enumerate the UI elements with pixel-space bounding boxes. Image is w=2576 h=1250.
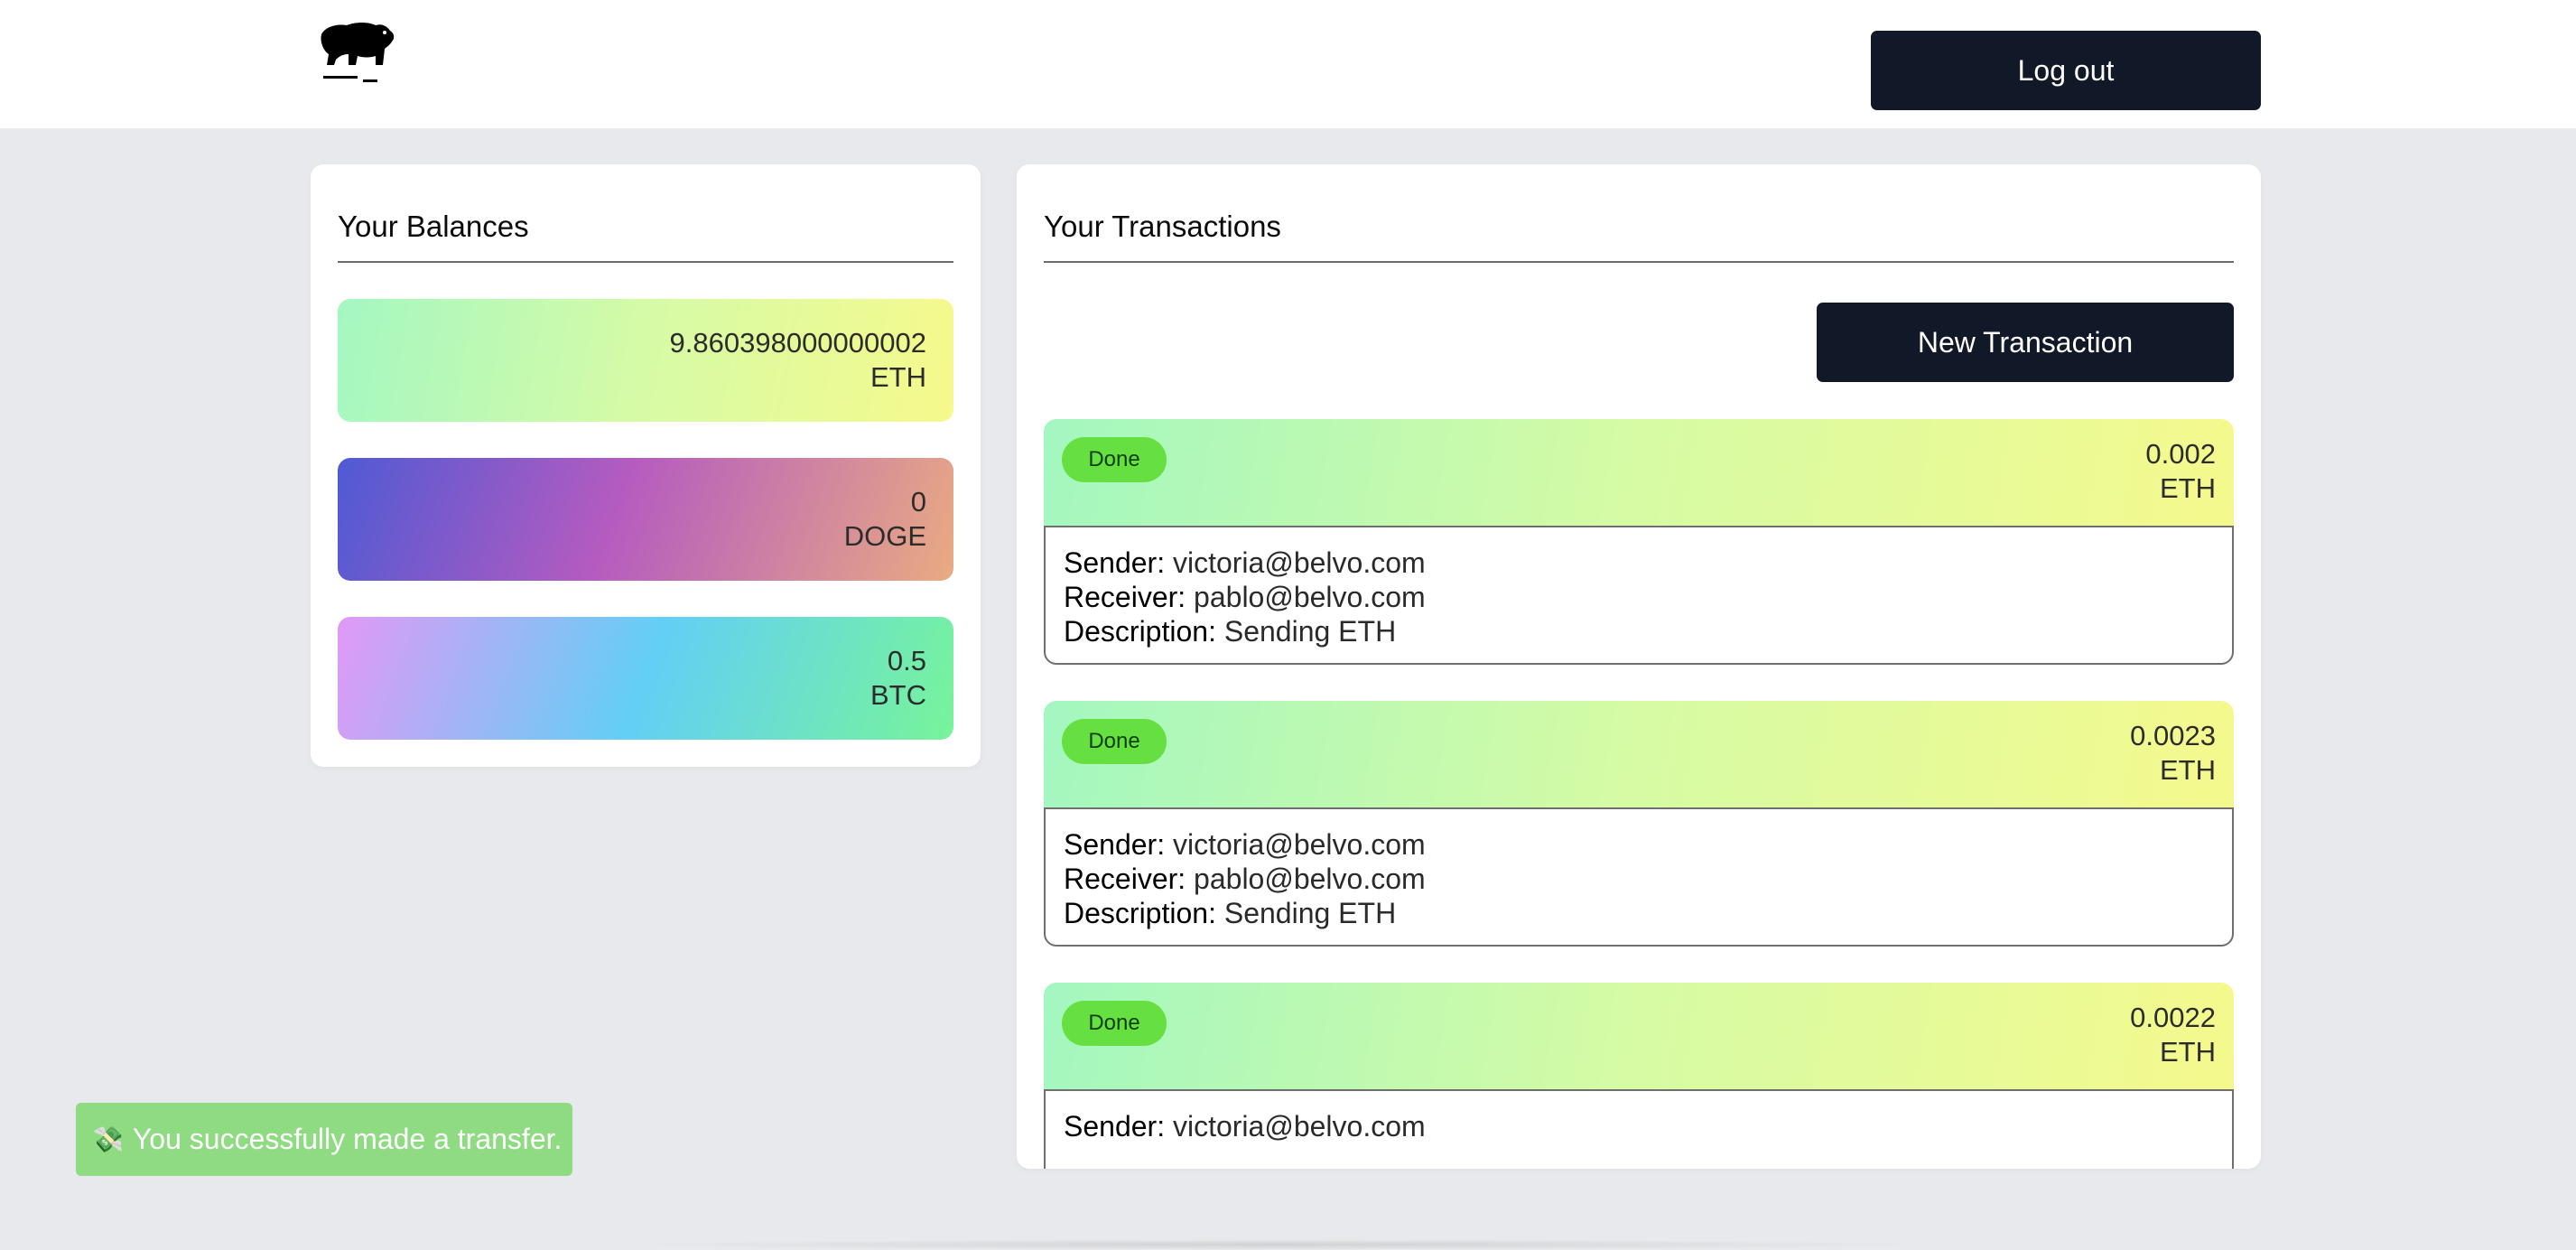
- description-row: Description: Sending ETH: [1064, 896, 2232, 930]
- receiver-label: Receiver:: [1064, 581, 1186, 613]
- transaction-currency: ETH: [2160, 472, 2216, 504]
- transaction-amount: 0.002: [2145, 438, 2216, 470]
- bear-logo-icon[interactable]: [316, 20, 397, 89]
- status-badge: Done: [1062, 437, 1167, 482]
- description-row: Description: Sending ETH: [1064, 614, 2232, 648]
- sender-value: victoria@belvo.com: [1172, 546, 1426, 579]
- status-badge: Done: [1062, 719, 1167, 764]
- transaction-item: Done 0.002 ETH Sender: victoria@belvo.co…: [1044, 419, 2234, 665]
- balance-amount: 0.5: [887, 645, 926, 676]
- description-label: Description:: [1064, 615, 1216, 648]
- bottom-shadow: [614, 1239, 1941, 1250]
- balances-title: Your Balances: [338, 210, 529, 243]
- status-badge: Done: [1062, 1001, 1167, 1046]
- sender-row: Sender: victoria@belvo.com: [1064, 1109, 2232, 1143]
- transaction-item: Done 0.0022 ETH Sender: victoria@belvo.c…: [1044, 983, 2234, 1169]
- balance-currency: ETH: [870, 361, 926, 393]
- transaction-amount-block: 0.0022 ETH: [2130, 1001, 2216, 1069]
- description-value: Sending ETH: [1223, 615, 1397, 648]
- transaction-details: Sender: victoria@belvo.com Receiver: pab…: [1044, 807, 2234, 947]
- transaction-amount-block: 0.0023 ETH: [2130, 719, 2216, 788]
- receiver-value: pablo@belvo.com: [1194, 863, 1426, 895]
- new-transaction-button[interactable]: New Transaction: [1817, 303, 2234, 382]
- balance-currency: BTC: [870, 679, 926, 711]
- balance-amount: 0: [910, 486, 926, 518]
- transactions-title: Your Transactions: [1044, 210, 1281, 243]
- transactions-panel[interactable]: Your Transactions New Transaction Done 0…: [1017, 164, 2261, 1169]
- receiver-row: Receiver: pablo@belvo.com: [1064, 862, 2232, 896]
- transaction-amount: 0.0023: [2130, 720, 2216, 751]
- description-label: Description:: [1064, 897, 1216, 929]
- sender-row: Sender: victoria@belvo.com: [1064, 546, 2232, 580]
- transaction-header: Done 0.0022 ETH: [1044, 983, 2234, 1089]
- transaction-header: Done 0.0023 ETH: [1044, 701, 2234, 807]
- balances-panel: Your Balances 9.860398000000002 ETH 0 DO…: [311, 164, 981, 767]
- balance-card-btc: 0.5 BTC: [338, 617, 953, 740]
- sender-value: victoria@belvo.com: [1172, 828, 1426, 861]
- balance-currency: DOGE: [843, 520, 926, 552]
- transaction-currency: ETH: [2160, 754, 2216, 786]
- receiver-label: Receiver:: [1064, 863, 1186, 895]
- logout-button[interactable]: Log out: [1871, 31, 2261, 110]
- transaction-item: Done 0.0023 ETH Sender: victoria@belvo.c…: [1044, 701, 2234, 947]
- transaction-header: Done 0.002 ETH: [1044, 419, 2234, 526]
- transaction-amount: 0.0022: [2130, 1002, 2216, 1033]
- divider: [338, 261, 953, 263]
- success-toast[interactable]: 💸 You successfully made a transfer.: [76, 1103, 572, 1176]
- sender-label: Sender:: [1064, 546, 1166, 579]
- balance-amount: 9.860398000000002: [669, 327, 926, 359]
- sender-label: Sender:: [1064, 1110, 1166, 1143]
- transaction-details: Sender: victoria@belvo.com Receiver: pab…: [1044, 526, 2234, 665]
- receiver-value: pablo@belvo.com: [1194, 581, 1426, 613]
- toast-message: You successfully made a transfer.: [132, 1123, 563, 1155]
- sender-value: victoria@belvo.com: [1172, 1110, 1426, 1143]
- balance-card-eth: 9.860398000000002 ETH: [338, 299, 953, 422]
- sender-label: Sender:: [1064, 828, 1166, 861]
- balance-card-doge: 0 DOGE: [338, 458, 953, 581]
- money-wings-icon: 💸: [92, 1125, 124, 1153]
- divider: [1044, 261, 2234, 263]
- receiver-row: Receiver: pablo@belvo.com: [1064, 580, 2232, 614]
- description-value: Sending ETH: [1223, 897, 1397, 929]
- transaction-details: Sender: victoria@belvo.com: [1044, 1089, 2234, 1169]
- transaction-currency: ETH: [2160, 1036, 2216, 1068]
- top-header: Log out: [0, 0, 2576, 128]
- sender-row: Sender: victoria@belvo.com: [1064, 827, 2232, 862]
- transaction-amount-block: 0.002 ETH: [2145, 437, 2216, 506]
